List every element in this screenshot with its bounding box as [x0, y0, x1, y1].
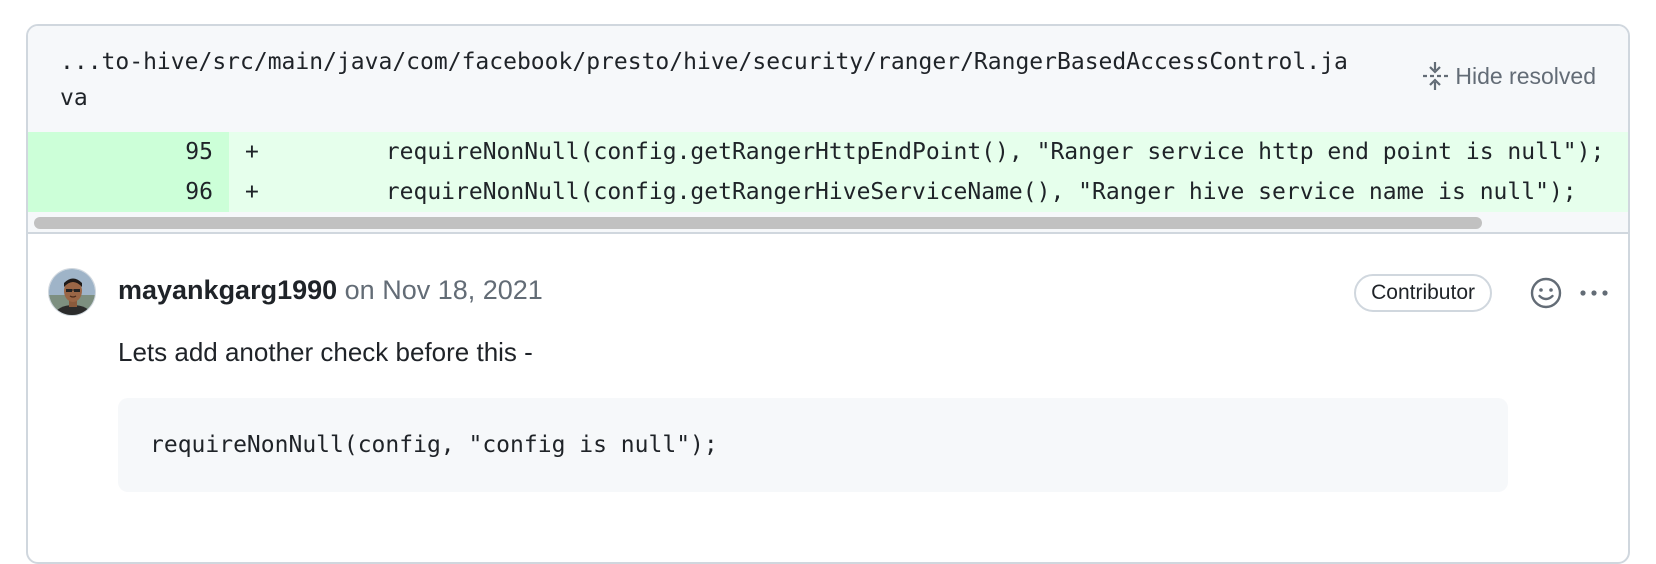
review-thread: ...to-hive/src/main/java/com/facebook/pr… — [26, 24, 1630, 564]
diff-marker: + — [245, 179, 259, 205]
author-link[interactable]: mayankgarg1990 — [118, 275, 337, 305]
fold-icon — [1421, 60, 1449, 92]
code-text: requireNonNull(config.getRangerHttpEndPo… — [275, 139, 1605, 165]
code-text: requireNonNull(config.getRangerHiveServi… — [275, 179, 1577, 205]
add-reaction-button[interactable] — [1528, 275, 1564, 311]
line-code: + requireNonNull(config.getRangerHiveSer… — [229, 172, 1628, 212]
smiley-icon — [1528, 277, 1564, 315]
file-header: ...to-hive/src/main/java/com/facebook/pr… — [28, 26, 1628, 132]
line-number[interactable]: 95 — [28, 132, 229, 172]
horizontal-scrollbar[interactable] — [28, 212, 1628, 234]
comment-body: Lets add another check before this - — [118, 337, 533, 367]
scrollbar-thumb[interactable] — [34, 217, 1482, 229]
file-path[interactable]: ...to-hive/src/main/java/com/facebook/pr… — [60, 44, 1350, 116]
diff-line: 96 + requireNonNull(config.getRangerHive… — [28, 172, 1628, 212]
role-badge: Contributor — [1354, 274, 1492, 312]
diff-marker: + — [245, 139, 259, 165]
more-options-button[interactable] — [1576, 275, 1612, 311]
hide-resolved-button[interactable]: Hide resolved — [1421, 58, 1596, 94]
comment-header: mayankgarg1990 on Nov 18, 2021 — [118, 272, 543, 308]
diff-hunk: 95 + requireNonNull(config.getRangerHttp… — [28, 132, 1628, 212]
hide-resolved-label: Hide resolved — [1455, 62, 1596, 89]
code-block: requireNonNull(config, "config is null")… — [118, 398, 1508, 492]
avatar[interactable] — [48, 268, 96, 316]
diff-line: 95 + requireNonNull(config.getRangerHttp… — [28, 132, 1628, 172]
line-number[interactable]: 96 — [28, 172, 229, 212]
review-comment: mayankgarg1990 on Nov 18, 2021 Contribut… — [28, 234, 1628, 554]
kebab-horizontal-icon — [1576, 290, 1612, 315]
line-code: + requireNonNull(config.getRangerHttpEnd… — [229, 132, 1628, 172]
comment-timestamp[interactable]: on Nov 18, 2021 — [345, 275, 543, 305]
